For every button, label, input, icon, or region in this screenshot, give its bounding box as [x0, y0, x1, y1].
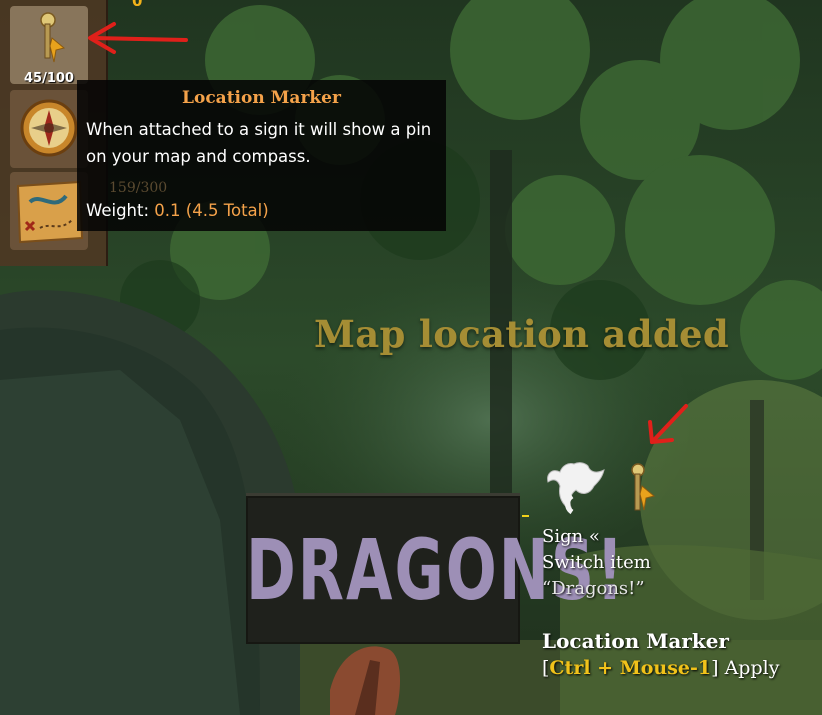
dragon-trophy-icon	[547, 462, 605, 515]
hint-switch-item: Switch item	[542, 552, 651, 573]
tooltip-underlying-count: 159/300	[109, 180, 168, 196]
key-bracket-close: ]	[711, 657, 719, 679]
tooltip-description: When attached to a sign it will show a p…	[86, 120, 432, 166]
wooden-sign[interactable]: DRAGONS!	[246, 493, 626, 644]
red-arrow-annotation	[88, 22, 188, 54]
location-marker-icon	[40, 12, 66, 63]
hint-sign: Sign «	[542, 526, 600, 547]
interaction-hints: Sign « Switch item “Dragons!”	[542, 524, 651, 602]
location-marker-icon-world	[631, 463, 656, 511]
weight-value: 0.1 (4.5 Total)	[154, 201, 269, 220]
action-label: Apply	[718, 657, 780, 679]
red-arrow-annotation-2	[648, 404, 688, 444]
tooltip-weight: Weight: 0.1 (4.5 Total)	[86, 201, 269, 220]
item-tooltip: Location Marker When attached to a sign …	[77, 80, 446, 231]
apply-action-hint: [Ctrl + Mouse-1] Apply	[542, 657, 779, 679]
tooltip-title: Location Marker	[182, 88, 341, 108]
weight-label: Weight:	[86, 201, 150, 220]
hint-sign-text: “Dragons!”	[542, 578, 645, 599]
held-item-title: Location Marker	[542, 629, 729, 653]
map-location-added-message: Map location added	[314, 312, 730, 356]
hud-top-digit: 0	[132, 0, 143, 10]
sign-text: DRAGONS!	[246, 522, 626, 620]
key-binding: Ctrl + Mouse-1	[549, 657, 712, 679]
inventory-slot-location-marker[interactable]: 45/100	[10, 6, 88, 86]
